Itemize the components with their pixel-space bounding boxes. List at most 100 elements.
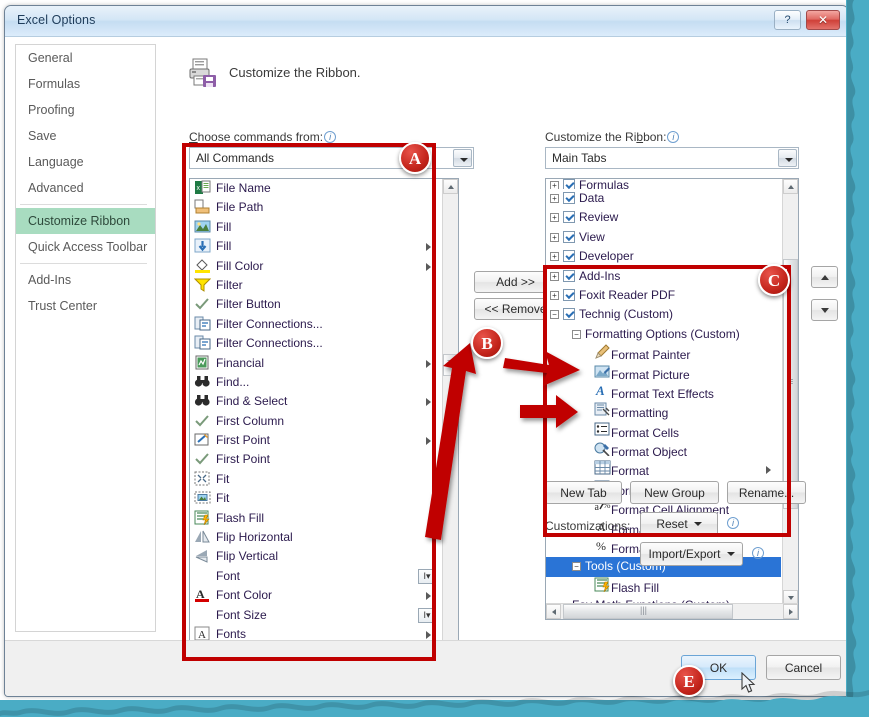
checkbox[interactable]: [563, 179, 575, 189]
expand-icon[interactable]: +: [550, 290, 559, 300]
sidebar-item-add-ins[interactable]: Add-Ins: [16, 267, 155, 293]
scroll-up-icon[interactable]: [783, 179, 798, 194]
command-list-item[interactable]: Fill: [190, 237, 441, 256]
new-tab-button[interactable]: New Tab: [545, 481, 622, 504]
sidebar-item-general[interactable]: General: [16, 45, 155, 71]
command-list-item[interactable]: x File Name: [190, 179, 441, 198]
command-list-item[interactable]: Find...: [190, 373, 441, 392]
sidebar-item-customize-ribbon[interactable]: Customize Ribbon: [16, 208, 155, 234]
command-list-item[interactable]: Font I▾: [190, 567, 441, 586]
info-icon[interactable]: i: [752, 547, 764, 559]
scroll-up-icon[interactable]: [443, 179, 458, 194]
help-button[interactable]: ?: [774, 10, 801, 30]
command-list-item[interactable]: Fit: [190, 470, 441, 489]
sidebar-item-advanced[interactable]: Advanced: [16, 175, 155, 201]
command-list-item[interactable]: Find & Select: [190, 392, 441, 411]
collapse-icon[interactable]: −: [572, 329, 581, 339]
info-icon[interactable]: i: [324, 131, 337, 143]
ribbon-tree-scrollbar[interactable]: [782, 179, 798, 605]
command-list-item[interactable]: Fill: [190, 218, 441, 237]
reset-button[interactable]: Reset: [640, 512, 718, 536]
ribbon-tree-item[interactable]: A Format Text Effects: [546, 383, 781, 402]
command-list-item[interactable]: First Point: [190, 450, 441, 469]
cancel-button[interactable]: Cancel: [766, 655, 841, 680]
ribbon-tree-item[interactable]: + Data: [546, 189, 781, 208]
checkbox[interactable]: [563, 211, 575, 224]
command-list-item[interactable]: A Font Color: [190, 586, 441, 605]
info-icon[interactable]: i: [727, 517, 739, 529]
sidebar-item-proofing[interactable]: Proofing: [16, 97, 155, 123]
ribbon-tree-item[interactable]: Flash Fill: [546, 577, 781, 596]
ribbon-tree-hscrollbar[interactable]: [546, 603, 798, 619]
command-list-item[interactable]: Flip Horizontal: [190, 528, 441, 547]
collapse-icon[interactable]: −: [550, 310, 559, 320]
sidebar-item-formulas[interactable]: Formulas: [16, 71, 155, 97]
sidebar-item-quick-access-toolbar[interactable]: Quick Access Toolbar: [16, 234, 155, 260]
sidebar-item-trust-center[interactable]: Trust Center: [16, 293, 155, 319]
ribbon-tree-item[interactable]: Format Picture: [546, 364, 781, 383]
ribbon-tree-item[interactable]: + Add-Ins: [546, 267, 781, 286]
expand-icon[interactable]: +: [550, 232, 559, 242]
command-list-item[interactable]: First Column: [190, 412, 441, 431]
import-export-button[interactable]: Import/Export: [640, 542, 743, 566]
ribbon-tree-item[interactable]: Formatting: [546, 402, 781, 421]
new-group-label: New Group: [644, 485, 705, 500]
expand-icon[interactable]: +: [550, 271, 559, 281]
command-list-item[interactable]: File Path: [190, 198, 441, 217]
sidebar-item-save[interactable]: Save: [16, 123, 155, 149]
choose-commands-combo[interactable]: All Commands: [189, 147, 474, 169]
info-icon[interactable]: i: [667, 131, 680, 143]
ribbon-tree-item[interactable]: Format Painter: [546, 344, 781, 363]
checkbox[interactable]: [563, 308, 575, 321]
customize-ribbon-combo[interactable]: Main Tabs: [545, 147, 799, 169]
command-list-item[interactable]: Fit: [190, 489, 441, 508]
checkbox[interactable]: [563, 192, 575, 204]
inline-combo-icon[interactable]: I▾: [418, 607, 436, 623]
command-list-item[interactable]: Filter: [190, 276, 441, 295]
command-list-item[interactable]: Flash Fill: [190, 509, 441, 528]
ribbon-tree-item[interactable]: − Technig (Custom): [546, 305, 781, 324]
expand-icon[interactable]: +: [550, 194, 559, 203]
expand-icon[interactable]: +: [550, 213, 559, 223]
checkbox[interactable]: [563, 250, 575, 263]
close-icon[interactable]: ✕: [806, 10, 840, 30]
ribbon-tree-item[interactable]: + Review: [546, 208, 781, 227]
collapse-icon[interactable]: −: [572, 562, 581, 572]
ribbon-tree-item[interactable]: + View: [546, 228, 781, 247]
ribbon-tree-item[interactable]: + Developer: [546, 247, 781, 266]
ribbon-tree-item[interactable]: Format Object: [546, 441, 781, 460]
expand-icon[interactable]: +: [550, 252, 559, 262]
chevron-down-icon[interactable]: [778, 149, 797, 167]
hscrollbar-thumb[interactable]: [563, 604, 733, 619]
command-list-item[interactable]: Fill Color: [190, 257, 441, 276]
ribbon-tree-item[interactable]: Format Cells: [546, 422, 781, 441]
scrollbar-thumb[interactable]: [783, 259, 798, 509]
commands-listbox[interactable]: x File Name File Path Fill Fill Fill Color Fil…: [189, 178, 459, 696]
ribbon-tree-item[interactable]: + Foxit Reader PDF: [546, 286, 781, 305]
checkbox[interactable]: [563, 269, 575, 282]
commands-list-scrollbar[interactable]: [442, 179, 458, 696]
expand-icon[interactable]: +: [550, 181, 559, 189]
ribbon-tree-item[interactable]: Format: [546, 460, 781, 479]
scroll-right-icon[interactable]: [783, 604, 798, 619]
ribbon-tree-item[interactable]: + Formulas: [546, 179, 781, 189]
move-up-arrow-button[interactable]: [811, 266, 838, 288]
checkbox[interactable]: [563, 230, 575, 243]
command-list-item[interactable]: Font Size I▾: [190, 606, 441, 625]
scroll-left-icon[interactable]: [546, 604, 561, 619]
checkbox[interactable]: [563, 288, 575, 301]
command-list-item[interactable]: First Point: [190, 431, 441, 450]
command-list-item[interactable]: Flip Vertical: [190, 547, 441, 566]
command-list-item[interactable]: Filter Button: [190, 295, 441, 314]
sidebar-item-language[interactable]: Language: [16, 149, 155, 175]
inline-combo-icon[interactable]: I▾: [418, 568, 436, 584]
new-group-button[interactable]: New Group: [630, 481, 719, 504]
move-down-arrow-button[interactable]: [811, 299, 838, 321]
ribbon-tree-item[interactable]: − Formatting Options (Custom): [546, 325, 781, 344]
chevron-down-icon[interactable]: [453, 149, 472, 167]
rename-button[interactable]: Rename...: [727, 481, 806, 504]
command-list-item[interactable]: Financial: [190, 354, 441, 373]
scrollbar-thumb[interactable]: [443, 354, 458, 376]
command-list-item[interactable]: Filter Connections...: [190, 315, 441, 334]
command-list-item[interactable]: Filter Connections...: [190, 334, 441, 353]
